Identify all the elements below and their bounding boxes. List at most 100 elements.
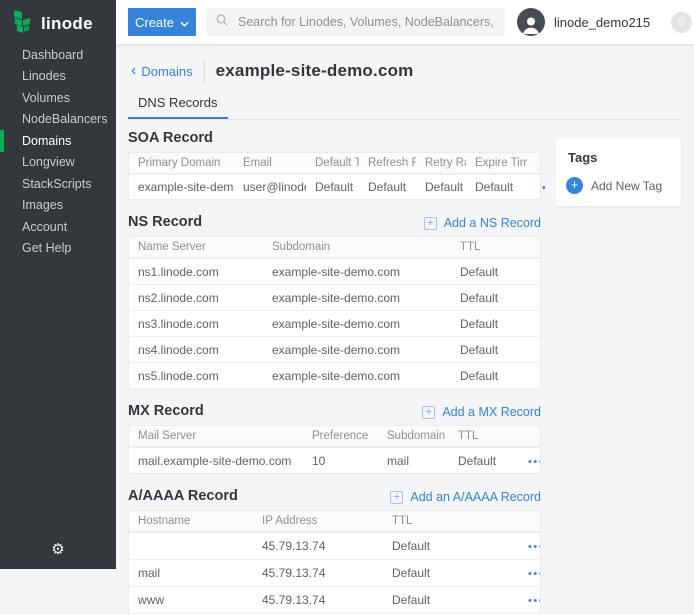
- mx-preference: 10: [303, 454, 378, 468]
- add-mx-record-label: Add a MX Record: [442, 405, 541, 419]
- user-avatar[interactable]: [517, 8, 545, 36]
- linode-logo-icon: [13, 9, 33, 39]
- ns-table-header: Name Server Subdomain TTL: [129, 237, 540, 258]
- a-ttl: Default: [383, 566, 513, 580]
- column-header: Subdomain: [378, 430, 449, 442]
- sidebar-item-linodes[interactable]: Linodes: [0, 66, 116, 88]
- a-aaaa-record-section: A/AAAA Record + Add an A/AAAA Record Hos…: [128, 487, 541, 614]
- sidebar-item-volumes[interactable]: Volumes: [0, 87, 116, 109]
- a-ip-address: 45.79.13.74: [253, 566, 383, 580]
- add-mx-record-button[interactable]: + Add a MX Record: [422, 405, 541, 419]
- plus-square-icon: +: [390, 491, 403, 504]
- create-button-label: Create: [135, 15, 174, 30]
- a-aaaa-section-title: A/AAAA Record: [128, 488, 238, 504]
- ns-ttl: Default: [451, 369, 540, 383]
- mx-subdomain: mail: [378, 454, 449, 468]
- add-new-tag-button[interactable]: + Add New Tag: [566, 177, 681, 194]
- a-ttl: Default: [383, 539, 513, 553]
- soa-expire-time: Default: [466, 180, 527, 194]
- create-button[interactable]: Create: [128, 8, 196, 36]
- mx-table-header: Mail Server Preference Subdomain TTL: [129, 426, 540, 447]
- linode-logo[interactable]: linode: [0, 0, 116, 38]
- table-row: www 45.79.13.74 Default •••: [129, 586, 540, 613]
- sidebar-item-get-help[interactable]: Get Help: [0, 238, 116, 260]
- column-header: TTL: [383, 515, 513, 527]
- column-header: Refresh Rate: [359, 157, 416, 169]
- ns-ttl: Default: [451, 265, 540, 279]
- column-header: TTL: [451, 241, 540, 253]
- chevron-down-icon: [180, 15, 189, 30]
- search-bar: [206, 8, 505, 36]
- settings-gear-icon[interactable]: ⚙: [0, 539, 116, 559]
- column-header: Preference: [303, 430, 378, 442]
- column-header: Email: [234, 157, 306, 169]
- row-actions-menu-icon[interactable]: •••: [522, 567, 540, 581]
- soa-retry-rate: Default: [416, 180, 466, 194]
- mx-table: Mail Server Preference Subdomain TTL mai…: [128, 425, 541, 474]
- sidebar-item-dashboard[interactable]: Dashboard: [0, 44, 116, 66]
- search-icon: [215, 13, 229, 32]
- page-content: ‹ Domains example-site-demo.com DNS Reco…: [116, 44, 694, 569]
- row-actions-menu-icon[interactable]: •••: [536, 181, 545, 195]
- tags-panel-title: Tags: [568, 150, 681, 165]
- column-header: IP Address: [253, 515, 383, 527]
- row-actions-menu-icon[interactable]: •••: [522, 594, 540, 608]
- a-aaaa-table: Hostname IP Address TTL 45.79.13.74 Defa…: [128, 510, 541, 614]
- top-bar: Create linode_demo215 0: [116, 0, 694, 44]
- sidebar-item-longview[interactable]: Longview: [0, 152, 116, 174]
- sidebar: linode Dashboard Linodes Volumes NodeBal…: [0, 0, 116, 569]
- mx-ttl: Default: [449, 454, 513, 468]
- add-a-aaaa-record-label: Add an A/AAAA Record: [410, 490, 541, 504]
- column-header: Expire Time: [466, 157, 527, 169]
- chevron-left-icon: ‹: [131, 64, 136, 77]
- ns-name-server: ns2.linode.com: [129, 291, 263, 305]
- sidebar-item-stackscripts[interactable]: StackScripts: [0, 173, 116, 195]
- table-row: mail.example-site-demo.com 10 mail Defau…: [129, 447, 540, 473]
- ns-subdomain: example-site-demo.com: [263, 343, 451, 357]
- row-actions-menu-icon[interactable]: •••: [522, 455, 540, 469]
- soa-table: Primary Domain Email Default TTL Refresh…: [128, 152, 541, 200]
- add-new-tag-label: Add New Tag: [591, 179, 662, 193]
- a-aaaa-table-header: Hostname IP Address TTL: [129, 511, 540, 532]
- sidebar-item-account[interactable]: Account: [0, 216, 116, 238]
- table-row: ns2.linode.com example-site-demo.com Def…: [129, 284, 540, 310]
- ns-name-server: ns5.linode.com: [129, 369, 263, 383]
- ns-section-title: NS Record: [128, 214, 202, 230]
- sidebar-item-domains[interactable]: Domains: [0, 130, 116, 152]
- a-hostname: www: [129, 593, 253, 607]
- column-header: Retry Rate: [416, 157, 466, 169]
- add-a-aaaa-record-button[interactable]: + Add an A/AAAA Record: [390, 490, 541, 504]
- mx-section-title: MX Record: [128, 403, 204, 419]
- column-header: Mail Server: [129, 430, 303, 442]
- ns-subdomain: example-site-demo.com: [263, 291, 451, 305]
- column-header: TTL: [449, 430, 513, 442]
- add-ns-record-button[interactable]: + Add a NS Record: [424, 216, 541, 230]
- table-row: ns3.linode.com example-site-demo.com Def…: [129, 310, 540, 336]
- soa-section-title: SOA Record: [128, 130, 213, 146]
- a-ip-address: 45.79.13.74: [253, 539, 383, 553]
- soa-primary-domain: example-site-demo.com: [129, 180, 234, 194]
- linode-logo-text: linode: [41, 14, 93, 34]
- notification-count-badge[interactable]: 0: [671, 12, 692, 33]
- search-input[interactable]: [236, 14, 496, 30]
- ns-record-section: NS Record + Add a NS Record Name Server …: [128, 213, 541, 389]
- plus-square-icon: +: [424, 217, 437, 230]
- row-actions-menu-icon[interactable]: •••: [522, 540, 540, 554]
- ns-ttl: Default: [451, 343, 540, 357]
- sidebar-item-images[interactable]: Images: [0, 195, 116, 217]
- column-header: Name Server: [129, 241, 263, 253]
- table-row: 45.79.13.74 Default •••: [129, 532, 540, 559]
- mx-record-section: MX Record + Add a MX Record Mail Server …: [128, 402, 541, 474]
- breadcrumb-divider: [204, 59, 205, 83]
- ns-name-server: ns1.linode.com: [129, 265, 263, 279]
- sidebar-item-nodebalancers[interactable]: NodeBalancers: [0, 109, 116, 131]
- table-row: example-site-demo.com user@linode.com De…: [129, 174, 540, 199]
- soa-email: user@linode.com: [234, 180, 306, 194]
- ns-name-server: ns3.linode.com: [129, 317, 263, 331]
- sidebar-nav: Dashboard Linodes Volumes NodeBalancers …: [0, 44, 116, 259]
- soa-default-ttl: Default: [306, 180, 359, 194]
- mx-mail-server: mail.example-site-demo.com: [129, 454, 303, 468]
- breadcrumb-back-link[interactable]: ‹ Domains: [131, 64, 193, 79]
- username-label[interactable]: linode_demo215: [554, 15, 650, 30]
- ns-subdomain: example-site-demo.com: [263, 369, 451, 383]
